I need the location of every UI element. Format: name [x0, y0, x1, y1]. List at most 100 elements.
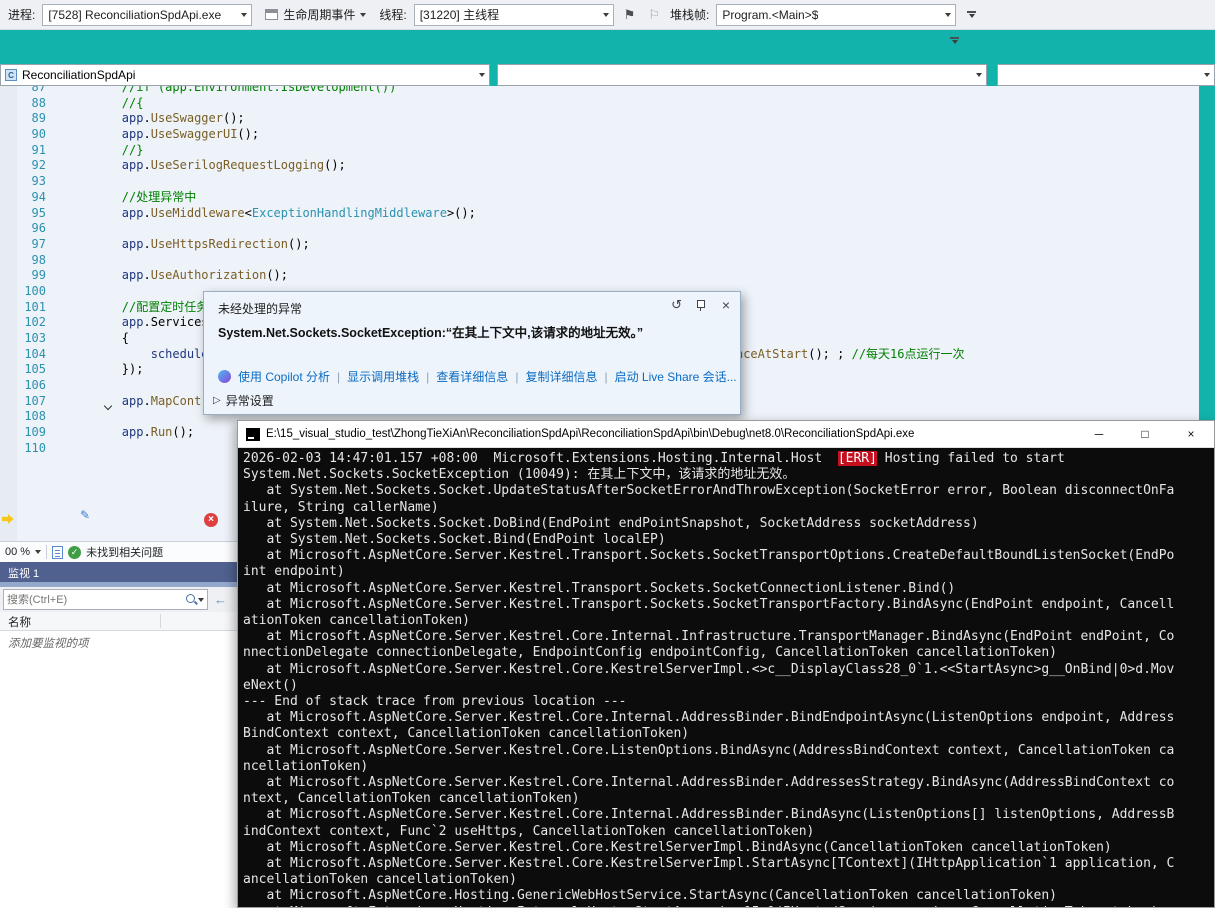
flag-disabled-icon[interactable]: ⚐ [645, 8, 663, 21]
flag-marked-threads-icon[interactable]: ⚑ [621, 8, 639, 21]
type-dropdown[interactable] [497, 64, 987, 86]
code-line[interactable]: 88 //{ [0, 96, 1199, 112]
exception-popup-title: 未经处理的异常 [218, 302, 303, 316]
chevron-down-icon [951, 40, 958, 44]
thread-value: [31220] 主线程 [419, 8, 500, 22]
toolbar-overflow-button[interactable] [967, 11, 977, 18]
console-title: E:\15_visual_studio_test\ZhongTieXiAn\Re… [266, 428, 915, 440]
code-line[interactable]: 99 app.UseAuthorization(); [0, 268, 1199, 284]
exception-message: System.Net.Sockets.SocketException:“在其上下… [218, 326, 644, 340]
code-text: { [64, 331, 130, 345]
code-line[interactable]: 93 [0, 174, 1199, 190]
line-number: 90 [31, 127, 46, 142]
chevron-down-icon [241, 12, 248, 17]
navigation-bar: C ReconciliationSpdApi [0, 62, 1215, 86]
process-value: [7528] ReconciliationSpdApi.exe [48, 7, 222, 22]
code-line[interactable]: 91 //} [0, 143, 1199, 159]
stack-frame-value: Program.<Main>$ [722, 7, 819, 22]
console-line: at Microsoft.AspNetCore.Server.Kestrel.C… [243, 775, 1175, 807]
pin-icon[interactable] [694, 299, 706, 312]
console-line: at Microsoft.Extensions.Hosting.Internal… [243, 905, 1182, 907]
watch-search-box[interactable] [3, 589, 208, 610]
console-line: at System.Net.Sockets.Socket.Bind(EndPoi… [243, 532, 666, 548]
console-line: at System.Net.Sockets.Socket.UpdateStatu… [243, 483, 1175, 515]
history-icon[interactable]: ↺ [671, 298, 682, 312]
health-check-icon[interactable]: ✓ [68, 545, 82, 559]
line-number: 91 [31, 142, 46, 157]
project-dropdown[interactable]: C ReconciliationSpdApi [0, 64, 490, 86]
console-line: at Microsoft.AspNetCore.Server.Kestrel.C… [243, 807, 1175, 839]
console-line: at Microsoft.AspNetCore.Server.Kestrel.C… [243, 661, 1175, 693]
console-line: System.Net.Sockets.SocketException (1004… [243, 467, 796, 483]
watch-search-input[interactable] [7, 593, 185, 606]
zoom-select-value[interactable]: 00 % [5, 546, 30, 558]
console-line: at Microsoft.AspNetCore.Server.Kestrel.C… [243, 856, 1175, 888]
member-dropdown[interactable] [997, 64, 1215, 86]
chevron-down-icon[interactable] [35, 550, 42, 554]
code-text: app.UseSerilogRequestLogging(); [64, 158, 346, 173]
chevron-down-icon [360, 12, 367, 17]
process-combobox[interactable]: [7528] ReconciliationSpdApi.exe [42, 3, 253, 26]
thread-combobox[interactable]: [31220] 主线程 [413, 3, 614, 26]
console-line: at System.Net.Sockets.Socket.DoBind(EndP… [243, 515, 979, 531]
divider [46, 545, 48, 559]
chevron-down-icon[interactable] [198, 597, 204, 602]
exception-settings-expander[interactable]: ▷ 异常设置 [213, 392, 274, 409]
line-number: 99 [31, 268, 46, 283]
exception-action-link[interactable]: 使用 Copilot 分析 [238, 368, 330, 385]
line-number: 104 [24, 346, 46, 361]
code-line[interactable]: 98 [0, 253, 1199, 269]
exception-action-link[interactable]: 显示调用堆栈 [347, 368, 419, 385]
exception-action-link[interactable]: 查看详细信息 [436, 368, 508, 385]
close-icon[interactable]: × [722, 298, 730, 312]
toolbar-overflow-button-2[interactable] [950, 37, 959, 44]
exception-links: 使用 Copilot 分析 | 显示调用堆栈 | 查看详细信息 | 复制详细信息 | 启动 Li… [218, 368, 737, 385]
code-line[interactable]: 90 app.UseSwaggerUI(); [0, 127, 1199, 143]
lifecycle-events-label: 生命周期事件 [283, 8, 356, 22]
line-number: 92 [31, 158, 46, 173]
exception-error-icon[interactable]: × [204, 513, 218, 527]
console-titlebar[interactable]: E:\15_visual_studio_test\ZhongTieXiAn\Re… [238, 421, 1214, 448]
console-window-controls: ─ □ × [1076, 421, 1214, 448]
document-health-icon[interactable] [52, 545, 64, 559]
chevron-down-icon [976, 73, 982, 77]
exception-helper-popup: 未经处理的异常 ↺ × System.Net.Sockets.SocketExc… [203, 291, 741, 415]
code-line[interactable]: 96 [0, 221, 1199, 237]
editor-status-row: 00 % ✓ 未找到相关问题 [0, 541, 237, 562]
project-dropdown-value: ReconciliationSpdApi [22, 68, 136, 82]
code-line[interactable]: 95 app.UseMiddleware<ExceptionHandlingMi… [0, 206, 1199, 222]
code-text: app.UseSwagger(); [64, 111, 245, 126]
edit-pencil-icon: ✎ [80, 508, 91, 522]
exception-action-link[interactable]: 启动 Live Share 会话... [615, 368, 737, 385]
visual-studio-window: 进程: [7528] ReconciliationSpdApi.exe 生命周期… [0, 0, 1215, 908]
process-label: 进程: [8, 8, 36, 22]
console-window: E:\15_visual_studio_test\ZhongTieXiAn\Re… [237, 420, 1215, 908]
stack-frame-combobox[interactable]: Program.<Main>$ [716, 3, 957, 26]
code-text: app.UseSwaggerUI(); [64, 127, 260, 142]
code-text: //配置定时任务 [64, 299, 209, 314]
overflow-bar-icon [950, 37, 959, 39]
code-line[interactable]: 97 app.UseHttpsRedirection(); [0, 237, 1199, 253]
code-line[interactable]: 89 app.UseSwagger(); [0, 111, 1199, 127]
watch-add-item-row[interactable]: 添加要监视的项 [0, 631, 237, 655]
exception-action-link[interactable]: 复制详细信息 [525, 368, 597, 385]
line-number: 107 [24, 393, 46, 408]
code-line[interactable]: 94 //处理异常中 [0, 190, 1199, 206]
back-arrow-icon[interactable]: ← [214, 592, 227, 607]
minimize-button[interactable]: ─ [1076, 421, 1122, 448]
line-number: 106 [24, 378, 46, 393]
lifecycle-events-button[interactable]: 生命周期事件 [259, 3, 372, 27]
line-number: 87 [31, 86, 46, 94]
link-separator: | [604, 369, 608, 384]
watch-name-column-header: 名称 [0, 612, 237, 631]
link-separator: | [337, 369, 341, 384]
code-text: //{ [64, 95, 144, 110]
maximize-button[interactable]: □ [1122, 421, 1168, 448]
code-line[interactable]: 87 //if (app.Environment.IsDevelopment()… [0, 86, 1199, 96]
code-text: }); [64, 362, 144, 377]
console-app-icon [246, 427, 260, 441]
code-line[interactable]: 92 app.UseSerilogRequestLogging(); [0, 158, 1199, 174]
line-number: 94 [31, 189, 46, 204]
close-button[interactable]: × [1168, 421, 1214, 448]
search-icon [185, 593, 198, 606]
